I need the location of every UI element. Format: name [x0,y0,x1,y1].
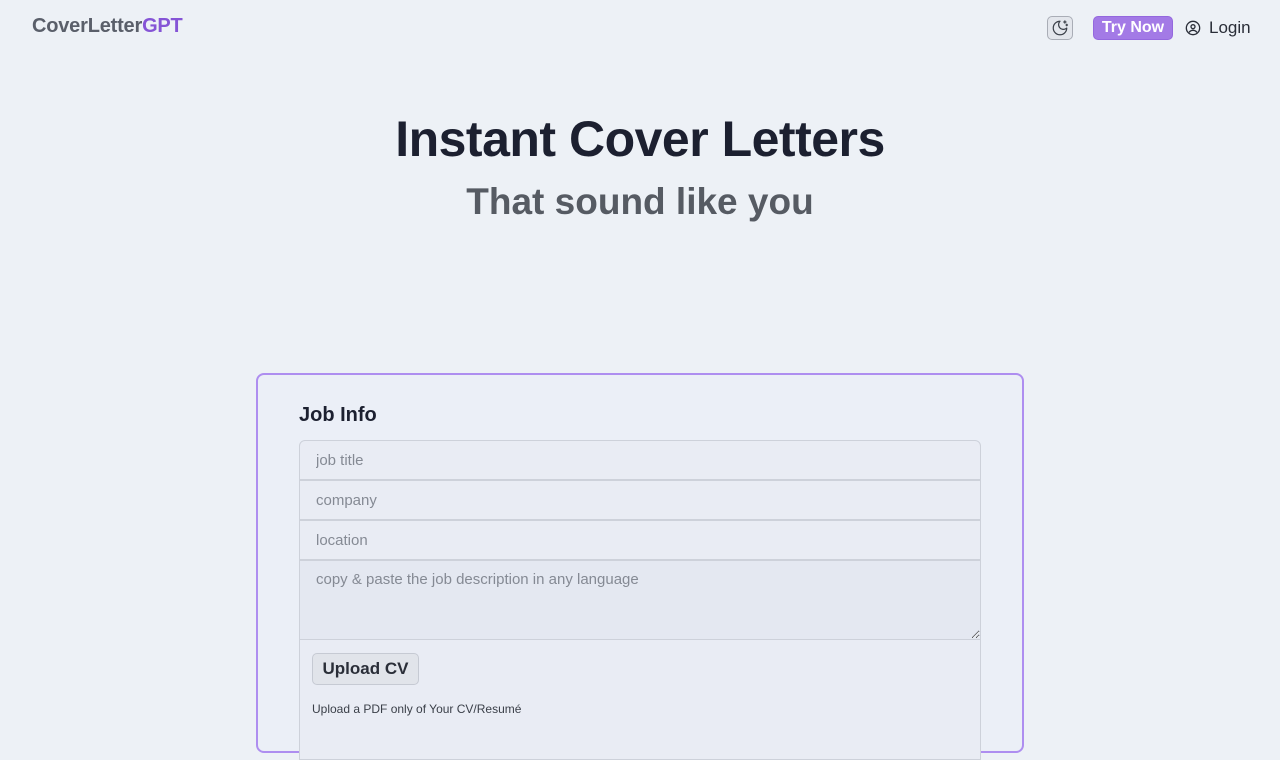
job-info-title: Job Info [299,404,377,426]
login-link[interactable]: Login [1185,17,1251,39]
theme-toggle-button[interactable] [1047,16,1073,40]
brand-logo[interactable]: CoverLetterGPT [32,15,183,38]
hero-subtitle: That sound like you [466,181,814,222]
hero-title: Instant Cover Letters [395,111,885,167]
job-title-input[interactable] [299,440,981,480]
login-label: Login [1209,18,1251,37]
user-circle-icon [1185,20,1201,36]
upload-hint-text: Upload a PDF only of Your CV/Resumé [312,702,522,716]
brand-accent: GPT [142,15,183,37]
location-input[interactable] [299,520,981,560]
brand-name: CoverLetter [32,15,143,37]
top-nav: CoverLetterGPT Try Now Login [0,0,1280,56]
try-now-button[interactable]: Try Now [1093,16,1173,40]
cv-upload-area: Upload CV Upload a PDF only of Your CV/R… [299,640,981,760]
company-input[interactable] [299,480,981,520]
job-info-card: Job Info Upload CV Upload a PDF only of … [256,373,1024,760]
moon-stars-icon [1052,20,1069,36]
upload-cv-button[interactable]: Upload CV [312,653,419,685]
job-description-textarea[interactable] [299,560,981,640]
